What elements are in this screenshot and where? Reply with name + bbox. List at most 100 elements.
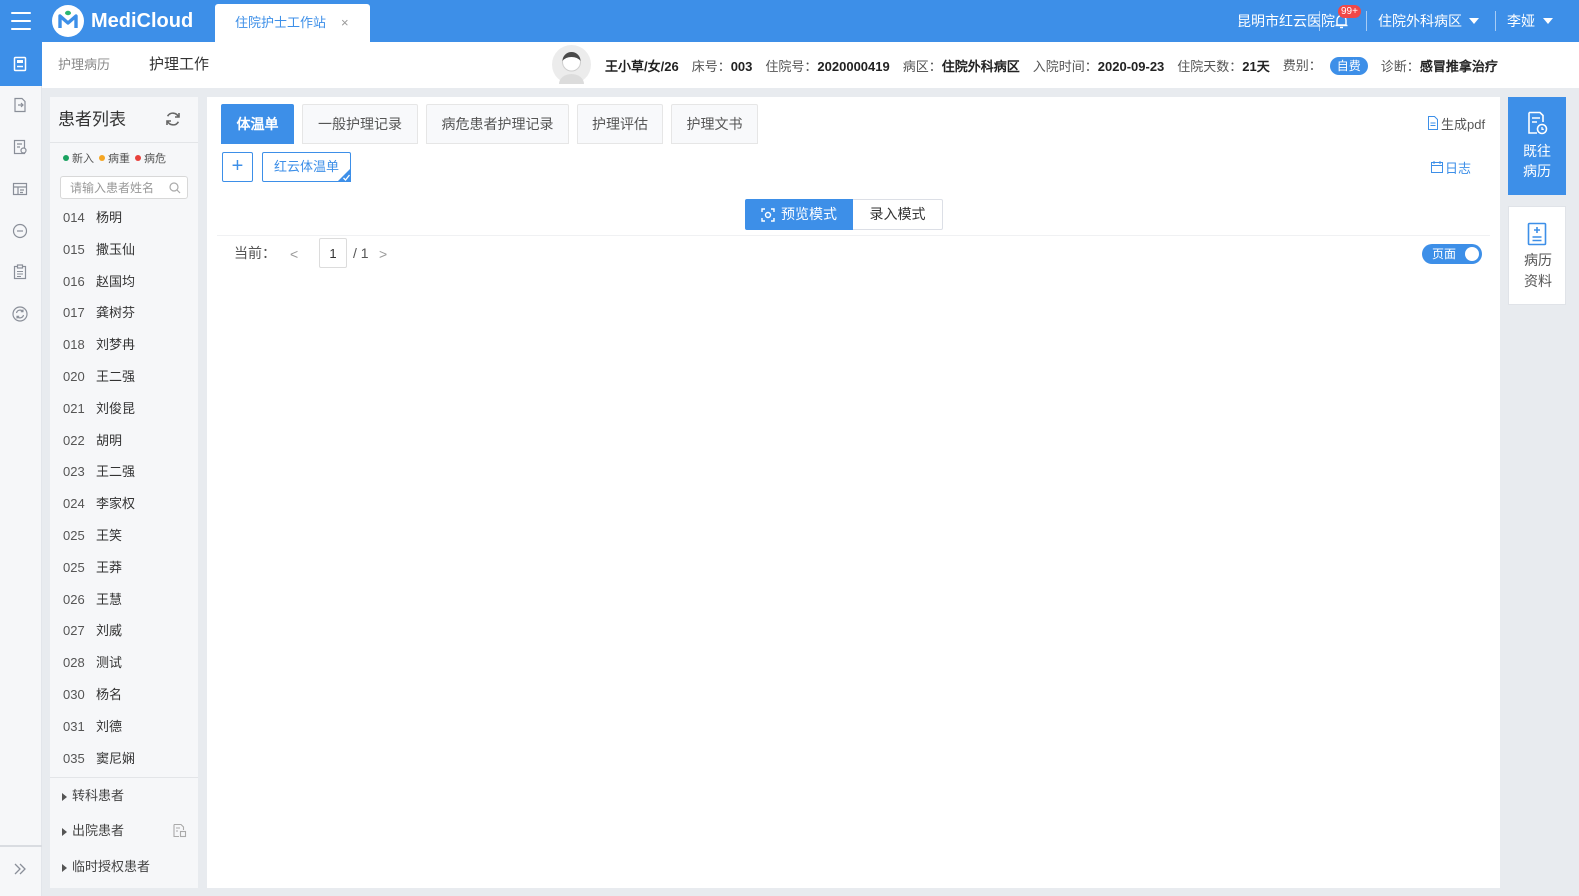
patient-row[interactable]: 025 王笑: [50, 520, 198, 552]
user-menu[interactable]: 李娅: [1507, 0, 1535, 42]
legend-item-serious: 病重: [99, 150, 130, 166]
field-value: 2020000419: [817, 58, 890, 74]
patient-bed-number: 024: [63, 496, 85, 512]
patient-bed-number: 030: [63, 686, 85, 702]
group-label: 转科患者: [72, 788, 125, 803]
pdf-file-icon: [1428, 116, 1438, 130]
patient-row[interactable]: 017 龚树芬: [50, 297, 198, 329]
tab-close-icon[interactable]: ×: [341, 4, 349, 42]
patient-name: 杨明: [96, 210, 123, 225]
entry-mode-button[interactable]: 录入模式: [853, 199, 943, 230]
nav-divider: [0, 845, 42, 847]
patient-bed-number: 035: [63, 750, 85, 766]
record-materials-line1: 病历: [1524, 252, 1552, 268]
table-search-icon[interactable]: [12, 181, 28, 197]
group-transferred-patients[interactable]: 转科患者: [50, 778, 198, 814]
refresh-icon[interactable]: [164, 110, 182, 128]
patient-name-gender-age: 王小草/女/26: [605, 58, 679, 74]
history-record-icon: [1528, 111, 1548, 135]
patient-row[interactable]: 027 刘威: [50, 615, 198, 647]
caret-right-icon: [62, 864, 67, 872]
patient-row[interactable]: 020 王二强: [50, 361, 198, 393]
sub-header: 护理病历 护理工作 王小草/女/26 床号：003 住院号：2020000419…: [42, 42, 1579, 88]
patient-row[interactable]: 030 杨名: [50, 679, 198, 711]
group-label: 临时授权患者: [72, 859, 151, 874]
tab-label: 住院护士工作站: [235, 15, 327, 30]
tab-inpatient-nurse-station[interactable]: 住院护士工作站 ×: [215, 4, 370, 42]
field-label: 费别：: [1282, 58, 1322, 73]
diagnosis-field: 诊断：感冒推拿治疗: [1381, 56, 1498, 75]
search-icon[interactable]: [169, 182, 181, 194]
field-value: 003: [730, 58, 753, 74]
hamburger-menu-icon[interactable]: [11, 12, 31, 30]
document-check-icon[interactable]: [12, 139, 28, 155]
pager-current-input[interactable]: [319, 238, 347, 268]
minus-circle-icon[interactable]: [12, 223, 28, 239]
patient-row[interactable]: 015 撒玉仙: [50, 234, 198, 266]
tab-nursing-assessment[interactable]: 护理评估: [577, 104, 663, 144]
patient-row[interactable]: 026 王慧: [50, 584, 198, 616]
generate-pdf-button[interactable]: 生成pdf: [1427, 114, 1485, 132]
pager-total: / 1: [353, 245, 369, 261]
clipboard-list-icon[interactable]: [12, 264, 28, 280]
group-discharged-patients[interactable]: 出院患者: [50, 813, 198, 849]
legend-label: 病危: [144, 153, 166, 165]
tab-temperature-chart[interactable]: 体温单: [221, 104, 294, 144]
patient-row[interactable]: 018 刘梦冉: [50, 329, 198, 361]
mode-switch: 预览模式 录入模式: [745, 199, 943, 230]
nursing-record-icon: [13, 56, 27, 72]
chevron-down-icon[interactable]: [1543, 18, 1553, 24]
patient-name: 刘威: [96, 623, 123, 639]
preview-mode-label: 预览模式: [781, 206, 837, 222]
breadcrumb[interactable]: 护理病历: [58, 42, 110, 88]
add-template-button[interactable]: +: [222, 152, 253, 182]
divider: [1495, 11, 1496, 31]
tab-nursing-documents[interactable]: 护理文书: [671, 104, 758, 144]
patient-row[interactable]: 024 李家权: [50, 488, 198, 520]
past-records-button[interactable]: 既往 病历: [1508, 97, 1566, 195]
patient-name: 李家权: [96, 496, 136, 512]
patient-bed-number: 021: [63, 400, 85, 416]
tab-critical-nursing-record[interactable]: 病危患者护理记录: [426, 104, 569, 144]
legend-label: 新入: [72, 153, 94, 165]
patient-row[interactable]: 025 王莽: [50, 552, 198, 584]
chevron-down-icon[interactable]: [1469, 18, 1479, 24]
field-label: 入院时间：: [1032, 58, 1098, 74]
patient-row[interactable]: 014 杨明: [50, 202, 198, 234]
tab-general-nursing-record[interactable]: 一般护理记录: [302, 104, 418, 144]
pager-next-button[interactable]: >: [379, 238, 387, 270]
double-chevron-right-icon[interactable]: [12, 861, 28, 877]
patient-bed-number: 025: [63, 527, 85, 543]
patient-row[interactable]: 021 刘俊昆: [50, 393, 198, 425]
field-label: 诊断：: [1380, 58, 1420, 74]
fee-type-field: 费别： 自费: [1283, 55, 1368, 75]
patient-row[interactable]: 028 测试: [50, 647, 198, 679]
patient-name: 刘梦冉: [96, 337, 136, 353]
preview-mode-button[interactable]: 预览模式: [745, 199, 853, 230]
field-label: 床号：: [691, 58, 731, 74]
pager-prev-button[interactable]: <: [290, 238, 298, 270]
left-nav: [0, 86, 42, 896]
log-button[interactable]: 日志: [1431, 158, 1471, 176]
nav-item-nursing-record[interactable]: [0, 42, 42, 86]
page-toggle-switch[interactable]: 页面: [1422, 244, 1482, 264]
group-temporary-authorized-patients[interactable]: 临时授权患者: [50, 849, 198, 885]
ward-selector[interactable]: 住院外科病区: [1378, 0, 1462, 42]
patient-search-input[interactable]: [61, 177, 169, 198]
template-button[interactable]: 红云体温单: [262, 152, 351, 182]
toggle-knob: [1465, 247, 1479, 261]
sync-circle-icon[interactable]: [12, 306, 28, 322]
document-transfer-icon[interactable]: [12, 97, 28, 113]
patient-row[interactable]: 022 胡明: [50, 425, 198, 457]
app-name: MediCloud: [91, 10, 194, 32]
patient-name: 胡明: [96, 432, 123, 448]
patient-row[interactable]: 023 王二强: [50, 456, 198, 488]
patient-row[interactable]: 035 窦尼娴: [50, 743, 198, 775]
patient-row[interactable]: 016 赵国均: [50, 266, 198, 298]
patient-row[interactable]: 031 刘德: [50, 711, 198, 743]
patient-name: 龚树芬: [96, 305, 136, 321]
record-materials-button[interactable]: 病历 资料: [1508, 206, 1566, 305]
top-bar: MediCloud 住院护士工作站 × 昆明市红云医院 99+ 住院外科病区 李…: [0, 0, 1579, 42]
discharge-icon[interactable]: [172, 823, 187, 838]
field-label: 住院天数：: [1177, 58, 1243, 74]
